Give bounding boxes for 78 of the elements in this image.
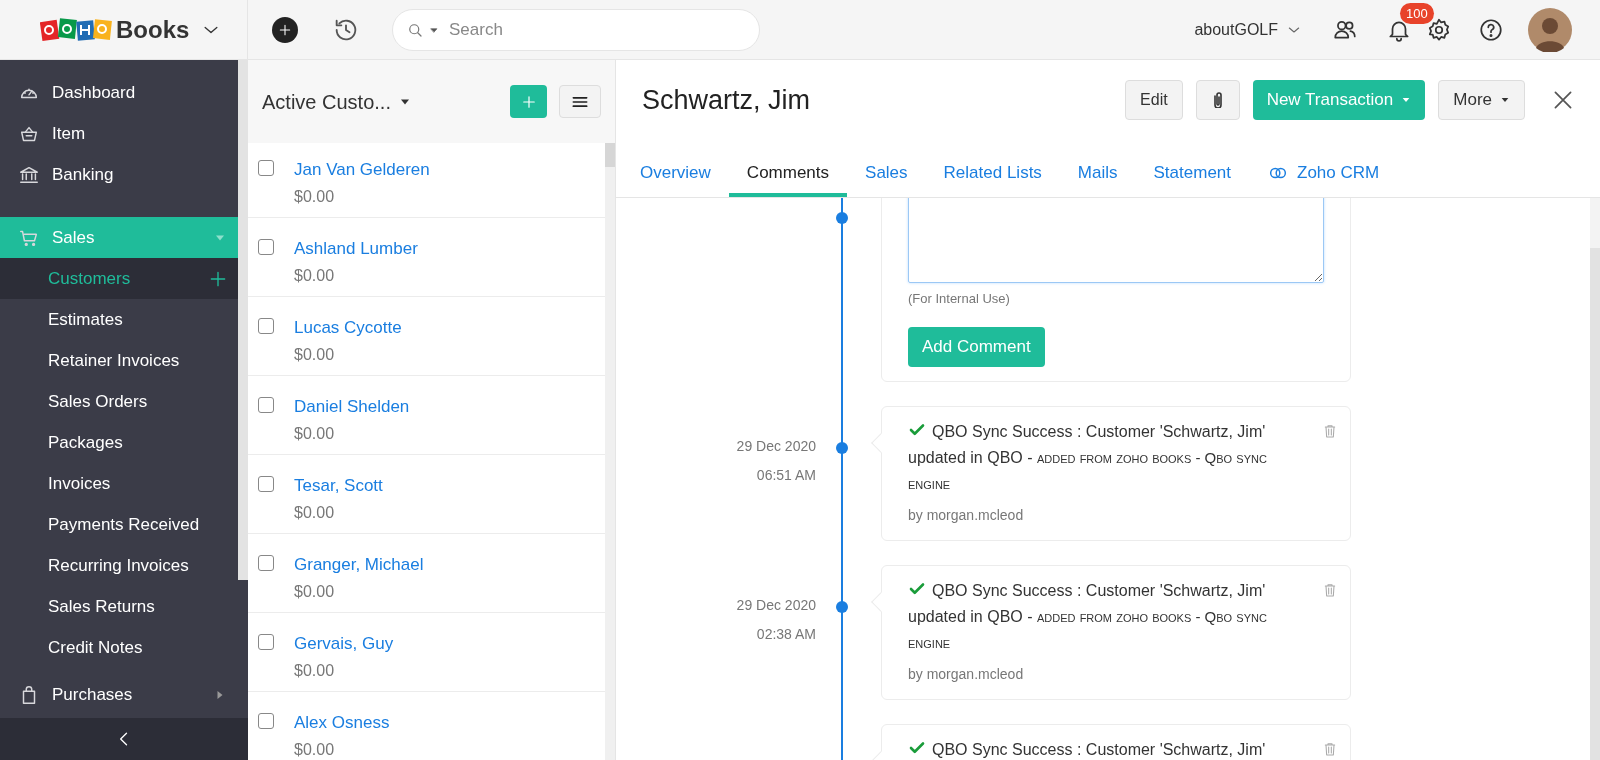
- sidebar-subitem[interactable]: Packages: [0, 422, 238, 463]
- checkbox[interactable]: [258, 160, 274, 176]
- sidebar-subitem[interactable]: Invoices: [0, 463, 238, 504]
- help-icon[interactable]: [1478, 16, 1504, 43]
- sidebar-item[interactable]: Dashboard: [0, 72, 238, 113]
- comment-text: QBO Sync Success : Customer 'Schwartz, Jim' updated in QBO - added from zoho books - Qbo sync engine: [908, 578, 1268, 653]
- checkbox[interactable]: [258, 239, 274, 255]
- comment-text: QBO Sync Success : Customer 'Schwartz, Jim' updated in QBO - added from zoho books - Qbo sync engine: [908, 419, 1268, 494]
- sidebar-subitem[interactable]: Sales Returns: [0, 586, 238, 627]
- menu-button[interactable]: [559, 85, 601, 118]
- checkbox[interactable]: [258, 634, 274, 650]
- notification-badge: 100: [1400, 2, 1434, 24]
- customer-title: Schwartz, Jim: [642, 83, 811, 117]
- checkbox[interactable]: [258, 476, 274, 492]
- tab[interactable]: Mails: [1059, 153, 1136, 197]
- sidebar-item[interactable]: Banking: [0, 154, 238, 195]
- customer-name[interactable]: Ashland Lumber: [294, 238, 418, 260]
- view-selector[interactable]: Active Custo...: [262, 86, 411, 117]
- comment-field[interactable]: [908, 198, 1324, 283]
- customer-balance: $0.00: [294, 582, 336, 602]
- sidebar-subitem[interactable]: Customers: [0, 258, 238, 299]
- sidebar-subitem[interactable]: Retainer Invoices: [0, 340, 238, 381]
- checkbox[interactable]: [258, 318, 274, 334]
- customer-balance: $0.00: [294, 187, 336, 207]
- more-button[interactable]: More: [1438, 80, 1525, 120]
- new-transaction-button[interactable]: New Transaction: [1252, 80, 1426, 120]
- trash-icon[interactable]: [1322, 581, 1338, 598]
- comment-text: QBO Sync Success : Customer 'Schwartz, Jim': [908, 736, 1266, 760]
- paperclip-icon: [1213, 92, 1222, 108]
- sidebar-subitem[interactable]: Estimates: [0, 299, 238, 340]
- tab[interactable]: Overview: [622, 153, 729, 197]
- trash-icon[interactable]: [1322, 740, 1338, 757]
- comment-date: 29 Dec 2020: [736, 436, 816, 456]
- sidebar-item[interactable]: Sales: [0, 217, 238, 258]
- customer-name[interactable]: Tesar, Scott: [294, 475, 383, 497]
- organization-menu[interactable]: aboutGOLF: [1194, 17, 1302, 42]
- customer-balance: $0.00: [294, 345, 336, 365]
- product-name: Books: [116, 14, 190, 45]
- add-button[interactable]: [272, 16, 298, 43]
- comment-author: by morgan.mcleod: [908, 664, 1025, 684]
- checkbox[interactable]: [258, 713, 274, 729]
- sidebar-item[interactable]: Purchases: [0, 674, 238, 715]
- comment-date: 29 Dec 2020: [736, 595, 816, 615]
- add-comment-button[interactable]: Add Comment: [908, 326, 1045, 367]
- customer-balance: $0.00: [294, 424, 336, 444]
- edit-button[interactable]: Edit: [1125, 80, 1183, 120]
- customer-name[interactable]: Granger, Michael: [294, 554, 424, 576]
- scrollbar: [605, 143, 615, 167]
- customer-name[interactable]: Daniel Shelden: [294, 396, 410, 418]
- sidebar-subitem[interactable]: Payments Received: [0, 504, 238, 545]
- customer-balance: $0.00: [294, 266, 336, 286]
- customer-name[interactable]: Jan Van Gelderen: [294, 159, 430, 181]
- trash-icon[interactable]: [1322, 422, 1338, 439]
- customer-name[interactable]: Lucas Cycotte: [294, 317, 402, 339]
- sidebar-subitem[interactable]: Sales Orders: [0, 381, 238, 422]
- customer-name[interactable]: Gervais, Guy: [294, 633, 394, 655]
- attach-button[interactable]: [1195, 80, 1240, 120]
- sidebar-item[interactable]: Item: [0, 113, 238, 154]
- comment-time: 06:51 AM: [756, 465, 816, 485]
- field-note: (For Internal Use): [908, 290, 1011, 308]
- search-field[interactable]: Search: [392, 8, 760, 51]
- comment-author: by morgan.mcleod: [908, 505, 1025, 525]
- customer-balance: $0.00: [294, 740, 336, 760]
- tab[interactable]: Statement: [1135, 153, 1250, 197]
- tab[interactable]: Sales: [847, 153, 926, 197]
- avatar-icon[interactable]: [1528, 7, 1572, 52]
- comment-time: 02:38 AM: [756, 624, 816, 644]
- tab[interactable]: Comments: [728, 153, 848, 197]
- checkbox[interactable]: [258, 397, 274, 413]
- tab[interactable]: Related Lists: [925, 153, 1060, 197]
- customer-balance: $0.00: [294, 503, 336, 523]
- checkbox[interactable]: [258, 555, 274, 571]
- customer-balance: $0.00: [294, 661, 336, 681]
- settings-icon[interactable]: [1426, 16, 1452, 43]
- sidebar-subitem[interactable]: Recurring Invoices: [0, 545, 238, 586]
- sidebar-subitem[interactable]: Credit Notes: [0, 627, 238, 668]
- tab[interactable]: Zoho CRM: [1249, 153, 1398, 197]
- customer-name[interactable]: Alex Osness: [294, 712, 390, 734]
